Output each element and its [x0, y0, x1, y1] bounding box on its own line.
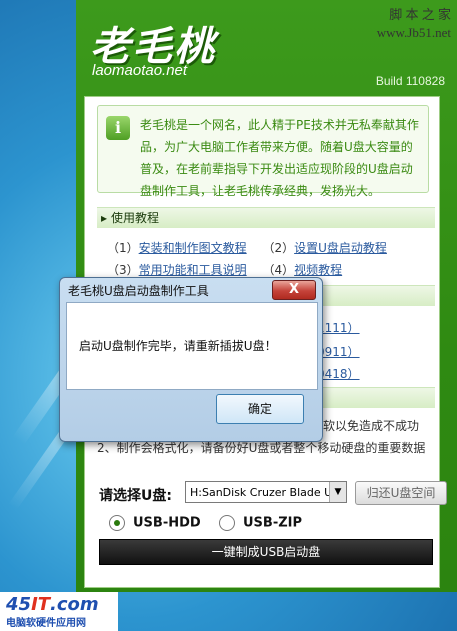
- warning-line-1: 软以免造成不成功: [323, 419, 420, 433]
- link-number: （2）: [262, 241, 295, 255]
- info-icon: i: [106, 116, 130, 140]
- tutorial-links-row-2: （3）常用功能和工具说明 （4）视频教程: [107, 261, 342, 278]
- radio-label: USB-ZIP: [243, 515, 303, 531]
- link-number: （4）: [262, 263, 295, 277]
- watermark-subtitle: 电脑软硬件应用网: [6, 618, 86, 629]
- tutorial-link-boot-setup[interactable]: 设置U盘启动教程: [294, 239, 387, 256]
- watermark-logo-part: .com: [50, 594, 99, 615]
- tutorial-link-tools[interactable]: 常用功能和工具说明: [139, 261, 247, 278]
- watermark-logo: 45IT.com: [6, 594, 99, 615]
- radio-usb-hdd[interactable]: USB-HDD: [109, 515, 201, 531]
- watermark-logo-part: 45: [6, 594, 32, 615]
- site-watermark-url: www.Jb51.net: [376, 25, 451, 40]
- drive-select-value: H:SanDisk Cruzer Blade US: [190, 486, 340, 499]
- app-logo-domain: laomaotao.net: [92, 62, 188, 79]
- tutorial-links-row-1: （1）安装和制作图文教程 （2）设置U盘启动教程: [107, 239, 387, 256]
- intro-text: 老毛桃是一个网名，此人精于PE技术并无私奉献其作品，为广大电脑工作者带来方便。随…: [140, 118, 419, 198]
- radio-selected-icon[interactable]: [109, 515, 125, 531]
- bottom-watermark: 45IT.com 电脑软硬件应用网: [0, 592, 118, 631]
- version-link[interactable]: 0418）: [317, 365, 360, 382]
- site-watermark: 脚 本 之 家 www.Jb51.net: [377, 6, 451, 42]
- build-label: Build 110828: [375, 74, 445, 88]
- chevron-down-icon[interactable]: ▼: [329, 482, 346, 502]
- radio-unselected-icon[interactable]: [219, 515, 235, 531]
- drive-select-label: 请选择U盘:: [99, 488, 172, 504]
- intro-box: i 老毛桃是一个网名，此人精于PE技术并无私奉献其作品，为广大电脑工作者带来方便…: [97, 105, 429, 198]
- dialog-body: 启动U盘制作完毕，请重新插拔U盘！: [66, 302, 318, 390]
- site-watermark-name: 脚 本 之 家: [389, 7, 451, 22]
- radio-label: USB-HDD: [133, 515, 201, 531]
- completion-dialog: 老毛桃U盘启动盘制作工具 X 启动U盘制作完毕，请重新插拔U盘！ 确定: [59, 277, 323, 442]
- watermark-logo-part: IT: [31, 594, 51, 615]
- radio-usb-zip[interactable]: USB-ZIP: [219, 515, 302, 531]
- link-number: （3）: [107, 263, 139, 277]
- tutorial-link-video[interactable]: 视频教程: [294, 261, 342, 278]
- section-title: 使用教程: [111, 211, 160, 225]
- link-number: （1）: [107, 241, 139, 255]
- dialog-title: 老毛桃U盘启动盘制作工具: [68, 284, 209, 298]
- dialog-message: 启动U盘制作完毕，请重新插拔U盘！: [79, 339, 277, 353]
- ok-button[interactable]: 确定: [216, 394, 304, 424]
- restore-space-button[interactable]: 归还U盘空间: [355, 481, 447, 505]
- close-button[interactable]: X: [272, 280, 316, 300]
- triangle-right-icon: ▸: [101, 211, 108, 225]
- tutorial-section-header[interactable]: ▸ 使用教程: [97, 207, 435, 228]
- version-link[interactable]: 1111）: [317, 319, 360, 336]
- tutorial-link-install[interactable]: 安装和制作图文教程: [139, 239, 247, 256]
- version-link[interactable]: 0911）: [317, 343, 360, 360]
- drive-select[interactable]: H:SanDisk Cruzer Blade US ▼: [185, 481, 347, 503]
- make-boot-disk-button[interactable]: 一键制成USB启动盘: [99, 539, 433, 565]
